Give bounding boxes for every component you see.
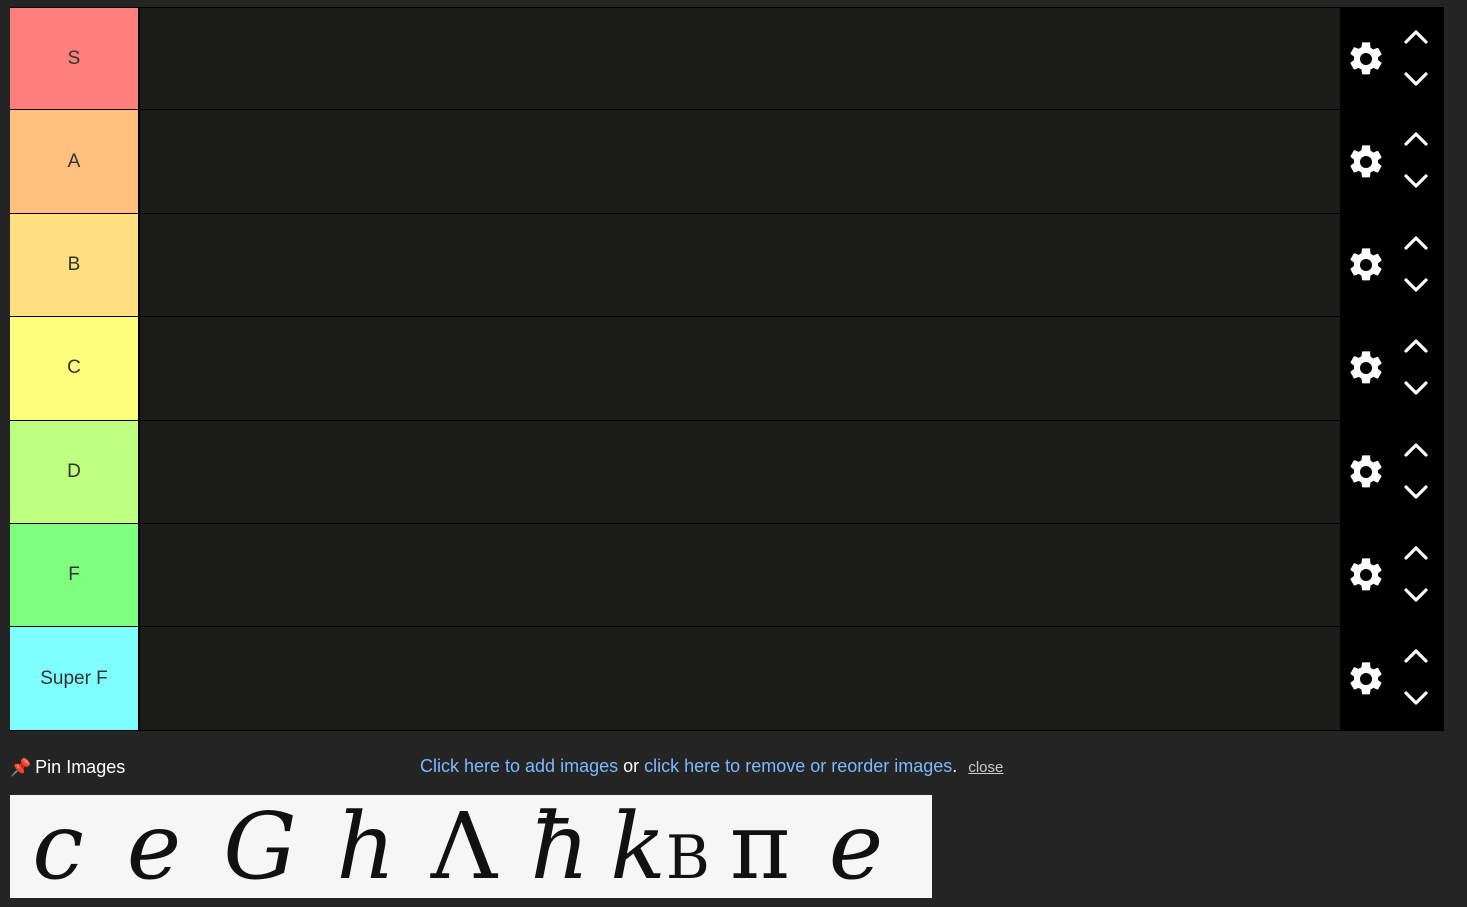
tier-controls [1340,110,1444,213]
image-symbol: e [126,795,182,898]
image-symbol: G [223,795,297,898]
gear-icon[interactable] [1346,245,1386,285]
image-gravitational-constant-G[interactable]: G [202,795,318,898]
chevron-down-icon[interactable] [1402,274,1430,296]
image-symbol-subscript: B [665,823,710,893]
tier-label[interactable]: C [10,317,138,420]
tier-controls [1340,523,1444,627]
tier-row: D [10,420,1444,524]
tier-controls [1340,627,1444,730]
tier-label[interactable]: B [10,213,138,317]
tier-row: A [10,110,1444,214]
pushpin-icon: 📌 [10,758,32,777]
tier-list-page: S A B C D F Super F 📌 Pin Images Click here to… [0,0,1467,907]
tier-controls [1340,213,1444,317]
tier-row: S [10,7,1444,111]
image-symbol: h [336,795,396,898]
add-images-link[interactable]: Click here to add images [420,756,618,776]
image-symbol: c [32,795,84,898]
image-symbol: k [610,795,666,898]
gear-icon[interactable] [1346,39,1386,79]
image-symbol: Λ [430,795,498,898]
tier-row: Super F [10,627,1444,731]
chevron-down-icon[interactable] [1402,481,1430,503]
bottom-bar: 📌 Pin Images Click here to add images or… [10,755,1450,785]
chevron-down-icon[interactable] [1402,377,1430,399]
image-symbol: π [729,795,791,898]
image-help-text: Click here to add images or click here t… [420,756,1003,777]
tier-controls [1340,8,1444,110]
chevron-up-icon[interactable] [1402,26,1430,48]
image-symbol: ħ [530,795,590,898]
tier-label[interactable]: F [10,523,138,627]
gear-icon[interactable] [1346,142,1386,182]
pin-images-toggle[interactable]: 📌 Pin Images [10,757,125,778]
gear-icon[interactable] [1346,659,1386,699]
tier-row: C [10,317,1444,421]
tier-drop-zone[interactable] [139,420,1340,523]
period-text: . [952,756,958,776]
tier-label[interactable]: A [10,110,138,213]
gear-icon[interactable] [1346,348,1386,388]
tier-row: B [10,213,1444,318]
tier-drop-zone[interactable] [139,627,1340,730]
tier-table: S A B C D F Super F [10,7,1444,731]
chevron-up-icon[interactable] [1402,542,1430,564]
tier-label[interactable]: S [10,8,138,110]
chevron-up-icon[interactable] [1402,439,1430,461]
tier-move-arrows [1402,335,1430,399]
gear-icon[interactable] [1346,555,1386,595]
close-link[interactable]: close [968,759,1003,776]
image-symbol: e [828,795,884,898]
tier-move-arrows [1402,439,1430,503]
image-planck-constant-h[interactable]: h [318,795,414,898]
image-boltzmann-constant-kb[interactable]: kB [606,795,714,898]
pin-images-label: Pin Images [35,757,126,777]
chevron-up-icon[interactable] [1402,232,1430,254]
tier-controls [1340,317,1444,420]
chevron-up-icon[interactable] [1402,128,1430,150]
image-speed-of-light-c[interactable]: c [10,795,106,898]
remove-reorder-images-link[interactable]: click here to remove or reorder images [644,756,952,776]
image-elementary-charge-e[interactable]: e [106,795,202,898]
tier-drop-zone[interactable] [139,213,1340,317]
or-text: or [623,756,640,776]
tier-drop-zone[interactable] [139,317,1340,420]
chevron-down-icon[interactable] [1402,68,1430,90]
tier-controls [1340,420,1444,523]
image-reduced-planck-hbar[interactable]: ħ [514,795,606,898]
chevron-down-icon[interactable] [1402,170,1430,192]
chevron-up-icon[interactable] [1402,645,1430,667]
image-euler-number-e[interactable]: e [806,795,906,898]
tier-drop-zone[interactable] [139,8,1340,110]
tier-drop-zone[interactable] [139,523,1340,627]
chevron-down-icon[interactable] [1402,584,1430,606]
tier-move-arrows [1402,128,1430,192]
gear-icon[interactable] [1346,452,1386,492]
image-pi[interactable]: π [714,795,806,898]
image-tray: ceGhΛħkBπe [10,795,932,898]
tier-move-arrows [1402,645,1430,709]
tier-label[interactable]: D [10,420,138,523]
chevron-down-icon[interactable] [1402,687,1430,709]
tier-move-arrows [1402,26,1430,90]
tier-row: F [10,523,1444,628]
tier-move-arrows [1402,542,1430,606]
tier-move-arrows [1402,232,1430,296]
tier-label[interactable]: Super F [10,627,138,730]
image-cosmological-constant-lambda[interactable]: Λ [414,795,514,898]
tier-drop-zone[interactable] [139,110,1340,213]
chevron-up-icon[interactable] [1402,335,1430,357]
